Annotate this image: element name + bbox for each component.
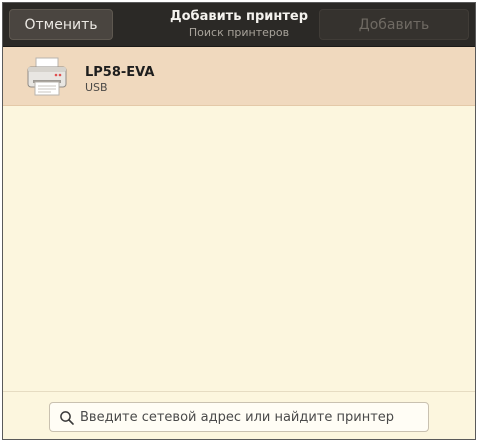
search-field[interactable]: [49, 402, 429, 432]
printer-connection: USB: [85, 81, 108, 94]
search-icon: [60, 411, 74, 425]
add-printer-dialog: Отменить Добавить принтер Поиск принтеро…: [2, 2, 476, 440]
printer-list: LP58-EVA USB: [3, 47, 475, 392]
printer-row[interactable]: LP58-EVA USB: [3, 47, 475, 106]
search-input[interactable]: [80, 403, 424, 431]
printer-name: LP58-EVA: [85, 65, 155, 80]
search-bar: [3, 391, 475, 439]
add-button[interactable]: Добавить: [319, 9, 469, 40]
printer-icon: [27, 57, 67, 96]
header-bar: Отменить Добавить принтер Поиск принтеро…: [3, 3, 475, 47]
